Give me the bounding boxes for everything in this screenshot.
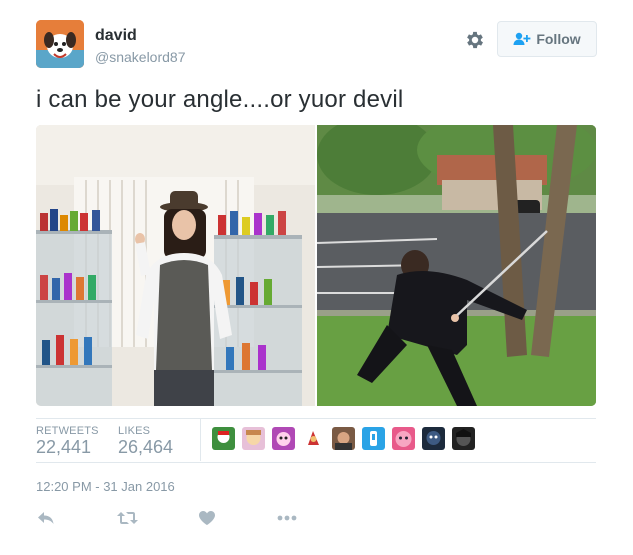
user-handle[interactable]: @snakelord87	[95, 49, 186, 65]
photo-sword-pose[interactable]	[317, 125, 596, 406]
liker-avatar[interactable]	[242, 427, 265, 450]
more-button[interactable]	[277, 508, 297, 528]
liker-avatar[interactable]	[302, 427, 325, 450]
retweets-count[interactable]: 22,441	[36, 437, 91, 458]
likes-count[interactable]: 26,464	[118, 437, 173, 458]
gear-icon[interactable]	[464, 29, 486, 51]
retweets-label[interactable]: RETWEETS	[36, 425, 99, 437]
more-dots-icon	[277, 515, 297, 521]
likes-label[interactable]: LIKES	[118, 425, 150, 437]
display-name[interactable]: david	[95, 27, 137, 45]
follow-label: Follow	[536, 31, 581, 47]
liker-avatar[interactable]	[272, 427, 295, 450]
retweet-icon	[117, 512, 138, 524]
dog-cartoon-avatar-icon	[36, 20, 84, 68]
liker-avatars	[212, 427, 475, 450]
user-avatar[interactable]	[36, 20, 84, 68]
follow-button[interactable]: Follow	[497, 21, 597, 57]
photo-figurine-cabinets[interactable]	[36, 125, 315, 406]
divider-top	[36, 418, 596, 419]
liker-avatar[interactable]	[422, 427, 445, 450]
tweet-text: i can be your angle....or yuor devil	[36, 86, 404, 113]
retweet-button[interactable]	[117, 508, 138, 528]
liker-avatar[interactable]	[452, 427, 475, 450]
liker-avatar[interactable]	[362, 427, 385, 450]
media-grid	[36, 125, 596, 406]
tweet-timestamp[interactable]: 12:20 PM - 31 Jan 2016	[36, 479, 175, 494]
liker-avatar[interactable]	[332, 427, 355, 450]
divider-bottom	[36, 462, 596, 463]
like-button[interactable]	[199, 508, 215, 528]
stats-separator	[200, 419, 201, 461]
reply-button[interactable]	[38, 508, 54, 528]
liker-avatar[interactable]	[392, 427, 415, 450]
add-user-icon	[513, 32, 531, 45]
reply-icon	[38, 512, 54, 524]
heart-icon	[199, 511, 215, 525]
liker-avatar[interactable]	[212, 427, 235, 450]
